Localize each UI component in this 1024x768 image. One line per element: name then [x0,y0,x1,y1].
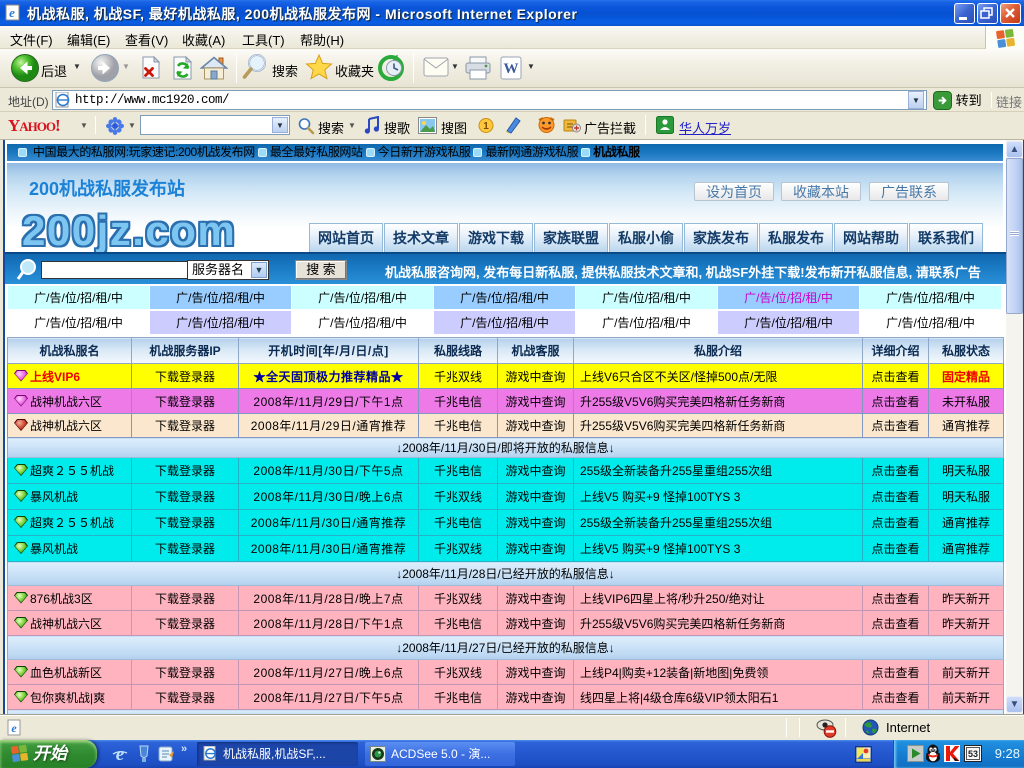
svg-text:1: 1 [483,121,489,132]
svg-text:53: 53 [968,749,978,759]
svg-text:e: e [9,5,15,20]
svg-text:e: e [11,721,17,735]
svg-text:W: W [504,61,519,77]
svg-text:e: e [116,744,125,764]
